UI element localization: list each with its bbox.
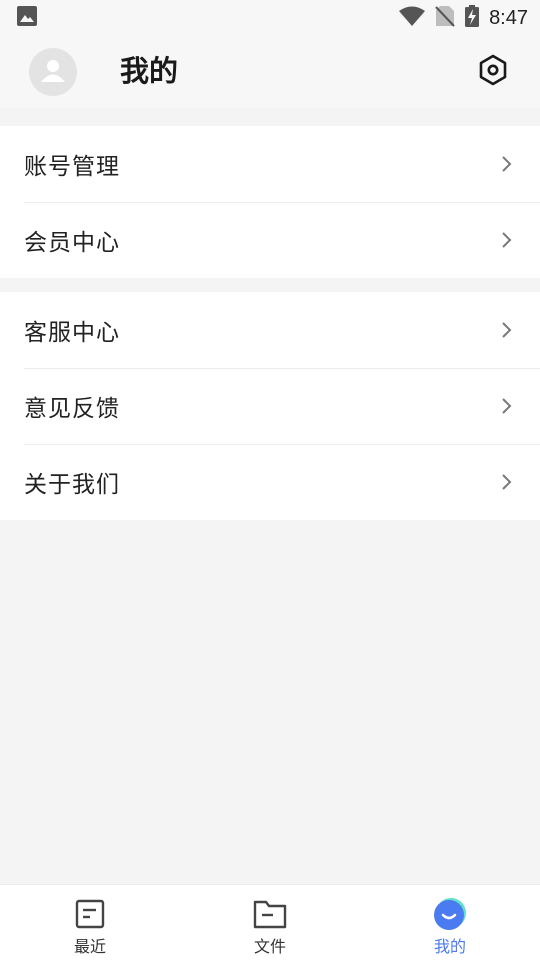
tab-recent[interactable]: 最近 xyxy=(0,885,180,960)
menu-item-about-us[interactable]: 关于我们 xyxy=(0,444,540,520)
menu-item-customer-service[interactable]: 客服中心 xyxy=(0,292,540,368)
tab-label: 我的 xyxy=(433,937,466,956)
settings-button[interactable] xyxy=(476,54,510,90)
tab-label: 最近 xyxy=(73,937,106,956)
folder-icon xyxy=(253,898,287,930)
profile-screen: 8:47 我的 账号管理 会员中心 客服中心 意见反馈 关于我们 最近 文件 我… xyxy=(0,0,540,960)
chevron-right-icon xyxy=(500,320,514,340)
settings-hexagon-icon xyxy=(478,54,508,90)
menu-item-label: 会员中心 xyxy=(24,230,120,256)
no-sim-icon xyxy=(435,5,455,31)
menu-item-label: 意见反馈 xyxy=(24,396,120,422)
status-time: 8:47 xyxy=(489,6,528,29)
profile-smile-icon xyxy=(433,898,467,930)
page-title: 我的 xyxy=(120,54,179,88)
wifi-icon xyxy=(399,6,426,30)
status-left xyxy=(17,6,37,30)
tab-files[interactable]: 文件 xyxy=(180,885,360,960)
image-icon xyxy=(17,6,37,30)
tab-label: 文件 xyxy=(253,937,286,956)
battery-charging-icon xyxy=(465,5,480,31)
menu-group-support: 客服中心 意见反馈 关于我们 xyxy=(0,292,540,520)
chevron-right-icon xyxy=(500,154,514,174)
menu-group-account: 账号管理 会员中心 xyxy=(0,126,540,278)
bottom-nav: 最近 文件 我的 xyxy=(0,884,540,960)
menu-item-label: 客服中心 xyxy=(24,320,120,346)
menu-item-account-management[interactable]: 账号管理 xyxy=(0,126,540,202)
status-bar: 8:47 xyxy=(0,0,540,36)
menu-item-member-center[interactable]: 会员中心 xyxy=(0,202,540,278)
chevron-right-icon xyxy=(500,396,514,416)
profile-header: 我的 xyxy=(0,36,540,108)
avatar[interactable] xyxy=(29,48,77,96)
menu-item-label: 账号管理 xyxy=(24,154,120,180)
menu-item-label: 关于我们 xyxy=(24,472,120,498)
status-right: 8:47 xyxy=(399,5,528,31)
menu-item-feedback[interactable]: 意见反馈 xyxy=(0,368,540,444)
chevron-right-icon xyxy=(500,230,514,250)
tab-mine[interactable]: 我的 xyxy=(360,885,540,960)
chevron-right-icon xyxy=(500,472,514,492)
document-list-icon xyxy=(73,898,107,930)
person-icon xyxy=(40,57,66,87)
